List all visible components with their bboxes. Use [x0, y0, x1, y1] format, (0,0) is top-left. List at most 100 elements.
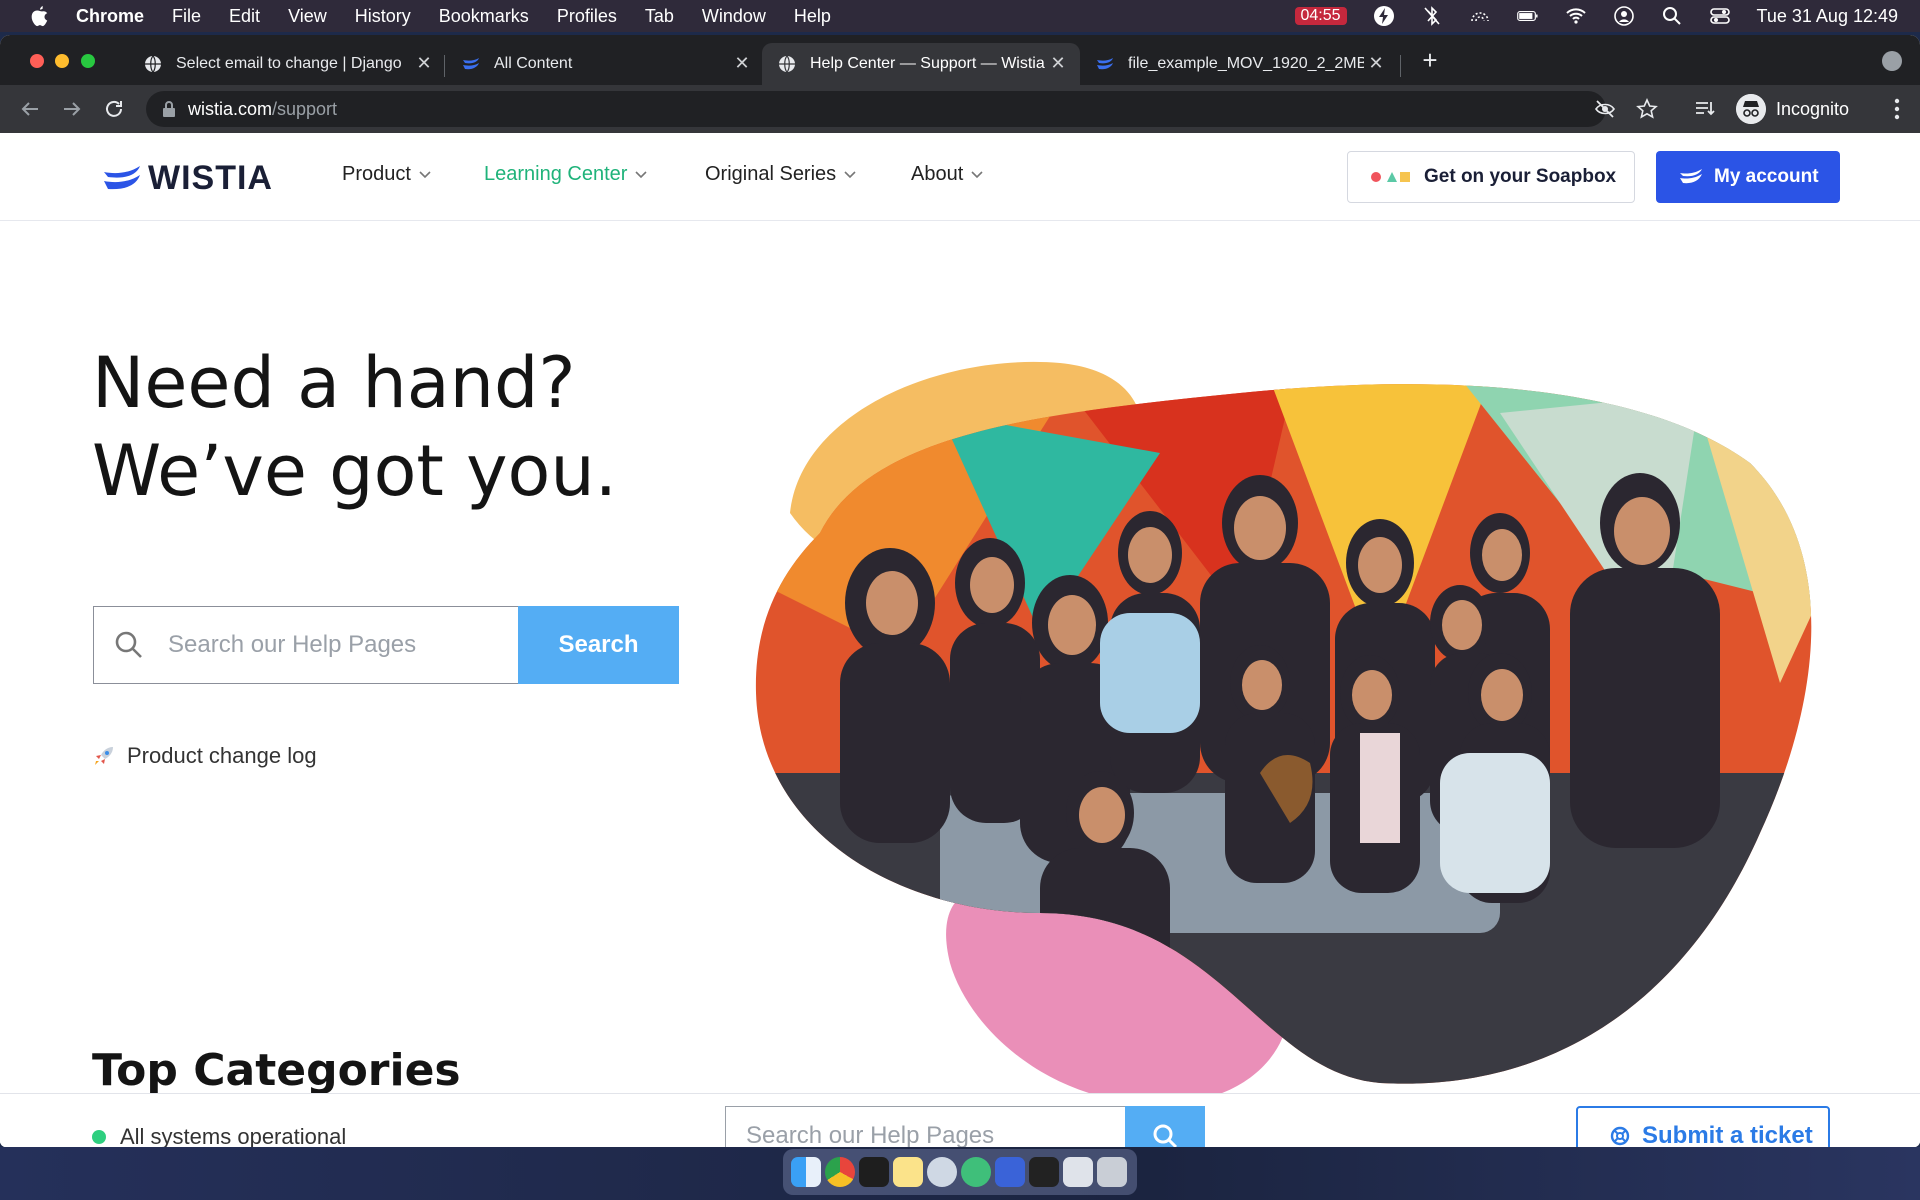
nav-product[interactable]: Product: [342, 163, 431, 186]
tab-all-content[interactable]: All Content ✕: [446, 43, 764, 85]
soapbox-label: Get on your Soapbox: [1424, 166, 1617, 187]
wistia-logo[interactable]: WISTIA: [104, 159, 273, 198]
tab-separator: [444, 55, 445, 77]
chevron-down-icon: [971, 170, 983, 178]
lifebuoy-icon: [1610, 1126, 1630, 1146]
menu-edit[interactable]: Edit: [229, 6, 260, 27]
chevron-down-icon: [419, 170, 431, 178]
more-menu-icon[interactable]: [1894, 97, 1900, 121]
web-page: WISTIA Product Learning Center Original …: [0, 133, 1920, 1147]
control-center-icon[interactable]: [1709, 5, 1731, 27]
status-indicator-dot: [92, 1130, 106, 1144]
tab-search-icon[interactable]: [1882, 51, 1902, 71]
reload-icon[interactable]: [102, 97, 126, 121]
back-icon[interactable]: [18, 97, 42, 121]
close-tab-icon[interactable]: ✕: [1366, 53, 1386, 73]
globe-icon: [779, 55, 795, 73]
minimize-window-button[interactable]: [55, 54, 69, 68]
app-icon[interactable]: [961, 1157, 991, 1187]
nav-label: Original Series: [705, 163, 837, 185]
top-categories-heading: Top Categories: [92, 1045, 461, 1096]
user-account-icon[interactable]: [1613, 5, 1635, 27]
browser-toolbar: wistia.com/support Incognito: [0, 85, 1920, 133]
nav-about[interactable]: About: [911, 163, 983, 186]
notes-icon[interactable]: [893, 1157, 923, 1187]
tab-django[interactable]: Select email to change | Django ✕: [128, 43, 446, 85]
menu-app-name[interactable]: Chrome: [76, 6, 144, 27]
close-tab-icon[interactable]: ✕: [414, 53, 434, 73]
menu-view[interactable]: View: [288, 6, 327, 27]
address-bar[interactable]: wistia.com/support: [146, 91, 1658, 127]
submit-ticket-button[interactable]: Submit a ticket: [1576, 1106, 1830, 1147]
spotlight-search-icon[interactable]: [1661, 5, 1683, 27]
menubar-clock[interactable]: Tue 31 Aug 12:49: [1757, 6, 1898, 27]
wifi-icon[interactable]: [1565, 5, 1587, 27]
tab-help-center[interactable]: Help Center — Support — Wistia ✕: [762, 43, 1080, 85]
screen-recorder-icon[interactable]: [1029, 1157, 1059, 1187]
incognito-profile-button[interactable]: Incognito: [1736, 92, 1849, 126]
help-search-input[interactable]: [168, 631, 488, 659]
footer-search-box[interactable]: [725, 1106, 1125, 1147]
menu-window[interactable]: Window: [702, 6, 766, 27]
product-change-log-link[interactable]: Product change log: [93, 743, 317, 769]
nav-learning-center[interactable]: Learning Center: [484, 163, 648, 186]
incognito-icon: [1736, 94, 1766, 124]
incognito-label: Incognito: [1776, 98, 1850, 119]
tab-separator: [1400, 55, 1401, 77]
close-tab-icon[interactable]: ✕: [732, 53, 752, 73]
wistia-icon: [1097, 58, 1113, 70]
menu-help[interactable]: Help: [794, 6, 831, 27]
apple-icon[interactable]: [28, 5, 50, 27]
nav-label: About: [911, 163, 964, 185]
forward-icon[interactable]: [60, 97, 84, 121]
airdrop-icon[interactable]: [1469, 5, 1491, 27]
bluetooth-off-icon[interactable]: [1421, 5, 1443, 27]
finder-icon[interactable]: [791, 1157, 821, 1187]
menu-history[interactable]: History: [355, 6, 411, 27]
footer-search-input[interactable]: [746, 1122, 1106, 1147]
tab-strip: Select email to change | Django ✕ All Co…: [0, 35, 1920, 85]
lock-icon[interactable]: [162, 101, 176, 117]
bolt-app-icon[interactable]: [995, 1157, 1025, 1187]
hero-title-line1: Need a hand?: [92, 342, 576, 424]
menu-file[interactable]: File: [172, 6, 201, 27]
help-search-button[interactable]: Search: [518, 606, 679, 684]
preview-icon[interactable]: [927, 1157, 957, 1187]
battery-icon[interactable]: [1516, 5, 1539, 27]
macos-menu-bar: Chrome File Edit View History Bookmarks …: [0, 0, 1920, 32]
terminal-icon[interactable]: [859, 1157, 889, 1187]
tab-title: file_example_MOV_1920_2_2MB: [1128, 55, 1364, 72]
soapbox-dots-icon: [1371, 172, 1410, 182]
close-window-button[interactable]: [30, 54, 44, 68]
globe-icon: [145, 55, 161, 73]
system-status-label: All systems operational: [120, 1124, 347, 1147]
url-path: /support: [272, 98, 338, 119]
submit-ticket-label: Submit a ticket: [1642, 1122, 1813, 1147]
menu-bookmarks[interactable]: Bookmarks: [439, 6, 529, 27]
fullscreen-window-button[interactable]: [81, 54, 95, 68]
close-tab-icon[interactable]: ✕: [1048, 53, 1068, 73]
nav-label: Learning Center: [484, 163, 628, 185]
chrome-icon[interactable]: [825, 1157, 855, 1187]
menu-tab[interactable]: Tab: [645, 6, 674, 27]
system-status[interactable]: All systems operational: [92, 1124, 346, 1147]
nav-original-series[interactable]: Original Series: [705, 163, 856, 186]
bolt-icon[interactable]: [1373, 5, 1395, 27]
image-capture-icon[interactable]: [1063, 1157, 1093, 1187]
bookmark-star-icon[interactable]: [1636, 98, 1658, 120]
reading-list-icon[interactable]: [1694, 98, 1716, 120]
tab-file-example[interactable]: file_example_MOV_1920_2_2MB ✕: [1080, 43, 1398, 85]
trash-icon[interactable]: [1097, 1157, 1127, 1187]
search-icon: [1153, 1124, 1178, 1147]
tab-title: All Content: [494, 55, 573, 72]
recording-timer[interactable]: 04:55: [1294, 7, 1347, 25]
chevron-down-icon: [844, 170, 856, 178]
new-tab-button[interactable]: +: [1416, 47, 1444, 75]
product-change-log-label: Product change log: [127, 743, 317, 768]
eye-off-icon[interactable]: [1594, 98, 1616, 120]
help-search-box[interactable]: [93, 606, 518, 684]
soapbox-button[interactable]: Get on your Soapbox: [1347, 151, 1635, 203]
menu-profiles[interactable]: Profiles: [557, 6, 617, 27]
my-account-button[interactable]: My account: [1656, 151, 1840, 203]
footer-search-button[interactable]: [1125, 1106, 1205, 1147]
